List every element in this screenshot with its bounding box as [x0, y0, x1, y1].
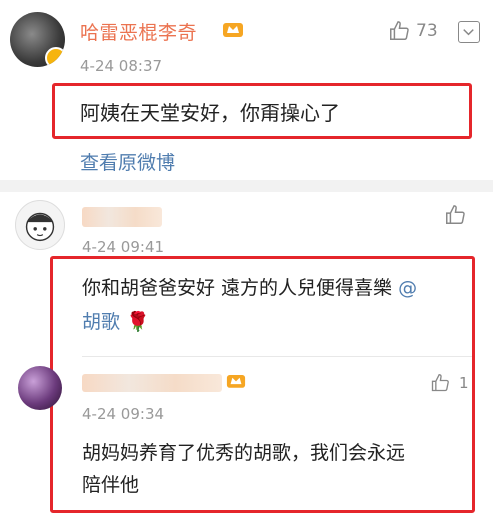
comment-time: 4-24 09:34	[82, 405, 165, 423]
section-divider	[0, 180, 493, 192]
mention-link[interactable]: 胡歌	[82, 311, 120, 333]
avatar-user[interactable]	[15, 200, 65, 250]
mention-at[interactable]: @	[398, 277, 417, 299]
like-count: 73	[416, 21, 438, 41]
avatar-user[interactable]	[10, 12, 65, 67]
reply-text-line: 胡妈妈养育了优秀的胡歌，我们会永远	[82, 442, 406, 464]
like-icon[interactable]	[388, 20, 410, 42]
blurred-username	[82, 374, 222, 392]
username[interactable]: 哈雷恶棍李奇	[80, 18, 197, 45]
comment-text: 阿姨在天堂安好，你甭操心了	[80, 101, 340, 125]
reply-text-line: 陪伴他	[82, 474, 140, 496]
comment-text-main: 你和胡爸爸安好 遠方的人兒便得喜樂	[82, 277, 399, 299]
reply-text: 胡妈妈养育了优秀的胡歌，我们会永远 陪伴他	[82, 437, 467, 501]
like-count: 1	[459, 374, 469, 392]
comment-time: 4-24 08:37	[80, 57, 163, 75]
vip-crown-icon	[226, 375, 246, 388]
blurred-username	[82, 207, 162, 227]
cartoon-face-icon	[25, 212, 55, 242]
view-original-link[interactable]: 查看原微博	[80, 148, 175, 175]
chevron-down-icon	[463, 29, 474, 36]
comment-time: 4-24 09:41	[82, 238, 165, 256]
vip-crown-icon	[223, 23, 243, 37]
rose-emoji-icon: 🌹	[126, 311, 150, 333]
like-icon[interactable]	[444, 204, 466, 226]
comment-text: 你和胡爸爸安好 遠方的人兒便得喜樂 @ 胡歌 🌹	[82, 271, 462, 339]
like-icon[interactable]	[430, 373, 450, 393]
avatar-user[interactable]	[18, 366, 62, 410]
verified-badge-icon	[45, 47, 65, 67]
reply-divider	[82, 356, 472, 357]
more-menu-icon[interactable]	[458, 21, 480, 43]
